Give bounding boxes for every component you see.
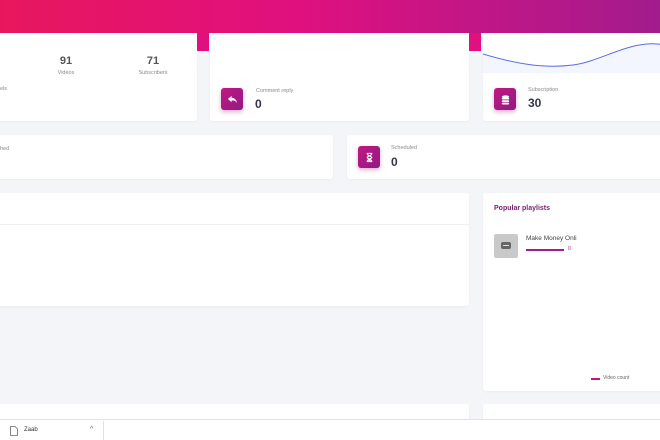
- channel-stats-card: 91 Videos 71 Subscribers els: [0, 33, 197, 121]
- hourglass-icon: [358, 146, 380, 168]
- download-bar: Zaab ^: [0, 419, 660, 440]
- subscribers-count: 71: [146, 55, 160, 67]
- published-card[interactable]: hed: [0, 135, 333, 179]
- scheduled-card[interactable]: Scheduled 0: [347, 135, 660, 179]
- download-item[interactable]: Zaab ^: [4, 421, 104, 440]
- legend-label: Video count: [603, 375, 630, 381]
- subscription-value: 30: [528, 96, 542, 110]
- panel-divider: [0, 224, 469, 225]
- chevron-up-icon[interactable]: ^: [90, 426, 93, 433]
- file-icon: [10, 426, 18, 436]
- download-item-label: Zaab: [24, 427, 38, 433]
- published-label-partial: hed: [0, 146, 10, 152]
- subscription-trend-line: [483, 43, 660, 73]
- card-tab-marker: [197, 33, 209, 51]
- playlist-count: 0: [568, 246, 571, 252]
- playlist-name: Make Money Onli: [526, 235, 577, 242]
- main-content-panel: [0, 193, 469, 306]
- legend-swatch: [591, 378, 600, 380]
- channels-label-partial: els: [0, 86, 8, 92]
- card-tab-marker: [469, 33, 481, 51]
- playlist-count-bar: [526, 249, 564, 251]
- popular-playlists-panel: Popular playlists Make Money Onli 0 Vide…: [483, 193, 660, 391]
- reply-icon: [221, 88, 243, 110]
- playlist-thumb-icon: [494, 234, 518, 258]
- comment-reply-value: 0: [255, 97, 262, 111]
- scheduled-value: 0: [391, 155, 398, 169]
- coins-icon: [494, 88, 516, 110]
- scheduled-label: Scheduled: [391, 145, 417, 151]
- videos-label: Videos: [57, 70, 75, 76]
- subscribers-label: Subscribers: [138, 70, 168, 76]
- header-banner: [0, 0, 660, 33]
- subscription-card[interactable]: Subscription 30: [483, 33, 660, 121]
- popular-playlists-title: Popular playlists: [494, 205, 551, 212]
- subscription-label: Subscription: [528, 87, 559, 93]
- playlist-item[interactable]: Make Money Onli 0: [494, 234, 660, 260]
- comment-reply-label: Comment reply: [256, 88, 294, 94]
- comment-reply-card[interactable]: Comment reply 0: [210, 33, 469, 121]
- videos-count: 91: [59, 55, 73, 67]
